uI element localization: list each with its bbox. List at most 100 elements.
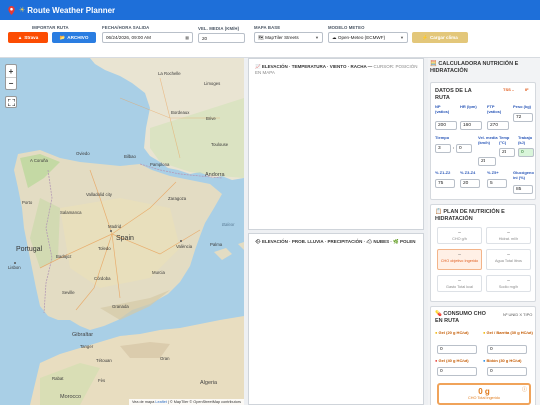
route-data-card: DATOS DE LA RUTA TSS – IF NP (vatios) 20… [430, 82, 536, 200]
np-label: NP (vatios) [435, 104, 450, 114]
cho-stat: – CHO g/h [437, 227, 482, 244]
cloud-rain-icon: 🌧 [255, 239, 262, 244]
bidon-input[interactable]: 0 [487, 367, 527, 376]
map-view[interactable]: + − La Rochelle Limoges Bordeaux Brive T… [0, 58, 244, 405]
sidebar-title: 🧮 CALCULADORA NUTRICIÓN E HIDRATACIÓN [430, 61, 519, 74]
map-label-country: Spain [116, 235, 134, 242]
map-label: Porto [22, 200, 33, 205]
map-label: Andorra [205, 172, 225, 178]
city-dot [180, 240, 182, 242]
units-label: Nº UNID X TIPO [503, 312, 533, 317]
z3-input[interactable]: 20 [460, 179, 480, 188]
weight-input[interactable]: 72 [513, 113, 533, 122]
vel-input[interactable]: 2t [478, 157, 496, 166]
map-label: Valladolid city [86, 192, 112, 197]
info-icon[interactable]: ⓘ [522, 386, 527, 393]
toolbar: IMPORTAR RUTA ▲ Strava 📂 ARCHIVO FECHA/HOR… [0, 20, 540, 72]
cho-total-box: 0 g CHO Total ingerido ⓘ [437, 383, 531, 405]
city-dot [14, 262, 16, 264]
time-label: Tiempo [435, 135, 450, 140]
map-label: València [176, 244, 193, 249]
map-label: Brive [206, 116, 216, 121]
map-label-sea: Balear [222, 222, 235, 227]
cho-total-label: CHO Total ingerido [467, 396, 500, 400]
load-weather-button[interactable]: ⚡ Cargar clima [412, 32, 468, 43]
np-input[interactable]: 200 [435, 121, 457, 130]
nutrition-sidebar: 🧮 CALCULADORA NUTRICIÓN E HIDRATACIÓN DA… [428, 58, 540, 405]
z5-input[interactable]: 5 [487, 179, 507, 188]
model-select[interactable]: ☁ Open-Meteo (ECMWF) ▼ [328, 32, 408, 43]
strava-icon: ▲ [17, 35, 23, 40]
energy-stat: – Gasto Total kcal [437, 275, 482, 292]
elevation-temp-chart-panel[interactable]: 📈 ELEVACIÓN · TEMPERATURA · VIENTO · RAC… [248, 58, 424, 230]
plan-card: 📋 PLAN DE NUTRICIÓN E HIDRATACIÓN – CHO … [430, 204, 536, 302]
map-label: Oran [160, 356, 170, 361]
map-base-select[interactable]: 🗺 MapTiler Streets ▼ [254, 32, 323, 43]
zoom-out-button[interactable]: − [6, 77, 16, 89]
hr-label: HR (lpm) [460, 104, 477, 109]
hr-input[interactable]: 160 [460, 121, 482, 130]
time-minutes-input[interactable]: 0 [456, 144, 472, 153]
bar-icon: ● [483, 330, 486, 335]
leaflet-link[interactable]: Leaflet [155, 400, 166, 404]
time-hours-input[interactable]: 3 [435, 144, 451, 153]
map-label: A Coruña [30, 158, 48, 163]
map-label: Badajoz [56, 254, 72, 259]
gel40-input[interactable]: 0 [437, 367, 477, 376]
work-input[interactable]: 0 [518, 148, 534, 157]
map-pin-icon [8, 5, 15, 15]
if-label: IF [525, 87, 529, 92]
strava-button[interactable]: ▲ Strava [8, 32, 48, 43]
ftp-input[interactable]: 270 [487, 121, 509, 130]
glycogen-input[interactable]: 85 [513, 185, 533, 194]
archivo-button[interactable]: 📂 ARCHIVO [52, 32, 96, 43]
map-label: Lisbon [8, 265, 21, 270]
bottle-icon: ● [483, 358, 486, 363]
bolt-icon: ⚡ [422, 34, 428, 40]
z1-label: % Z1-Z2 [435, 170, 451, 175]
model-label: MODELO METEO [328, 25, 365, 30]
map-label-country: Morocco [60, 394, 82, 400]
zoom-in-button[interactable]: + [6, 65, 16, 77]
cho-total-value: 0 g [478, 387, 490, 396]
gel30-input[interactable]: 0 [487, 345, 527, 354]
gel-icon: ● [435, 330, 438, 335]
map-label: Salamanca [60, 210, 82, 215]
tss-label: TSS – [503, 87, 515, 92]
chart-title: 🌧 ELEVACIÓN · PROB. LLUVIA · PRECIPITACI… [255, 239, 416, 244]
ftp-label: FTP (vatios) [487, 104, 502, 114]
map-label: Murcia [152, 270, 165, 275]
fullscreen-icon [7, 98, 15, 106]
city-dot [110, 230, 112, 232]
gel20-input[interactable]: 0 [437, 345, 477, 354]
speed-input[interactable]: 20 [198, 33, 245, 43]
rain-chart-panel[interactable]: 🌧 ELEVACIÓN · PROB. LLUVIA · PRECIPITACI… [248, 233, 424, 405]
map-label: Tétouan [96, 358, 112, 363]
water-stat: – Agua Total litros [486, 249, 531, 270]
map-label: Toulouse [211, 142, 229, 147]
date-input[interactable]: 06/24/2026, 09:00 AM ▦ [102, 32, 193, 43]
z1-input[interactable]: 75 [435, 179, 455, 188]
gel20-label: ● Gel (20 g HC/ut) [435, 330, 469, 335]
map-label: Rabat [52, 376, 64, 381]
map-label: Bordeaux [171, 110, 190, 115]
vel-label: Vel. media (km/h) [478, 135, 498, 145]
map-label: Pamplona [150, 162, 170, 167]
temp-input[interactable]: 2t [499, 148, 515, 157]
calendar-icon[interactable]: ▦ [185, 35, 189, 40]
cho-target-stat: – CHO objetivo Ingerido [437, 249, 482, 270]
time-separator: : [453, 145, 455, 150]
speed-label: VEL. MEDIA (KM/H) [198, 26, 240, 31]
z5-label: % Z5+ [487, 170, 499, 175]
plan-title: 📋 PLAN DE NUTRICIÓN E HIDRATACIÓN [435, 209, 505, 222]
map-icon: 🗺 [258, 34, 266, 40]
fullscreen-button[interactable] [5, 96, 17, 108]
chart-title: 📈 ELEVACIÓN · TEMPERATURA · VIENTO · RAC… [255, 64, 418, 75]
chevron-down-icon: ▼ [400, 35, 404, 40]
map-label: Fès [98, 378, 106, 383]
date-label: FECHA/HORA SALIDA [102, 25, 150, 30]
app-header: ☀ Route Weather Planner [0, 0, 540, 20]
map-label: Zaragoza [168, 196, 187, 201]
map-label: Oviedo [76, 151, 90, 156]
map-land [14, 58, 244, 405]
